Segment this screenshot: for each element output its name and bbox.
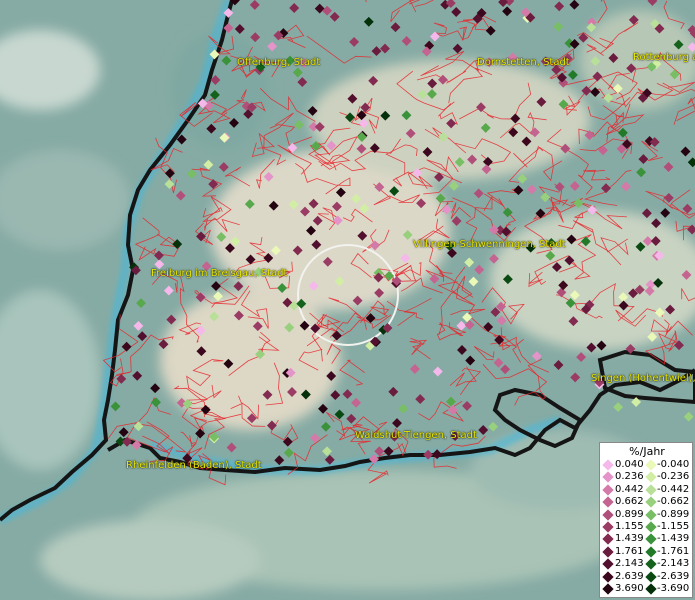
legend-swatch-positive <box>602 546 614 558</box>
legend-value-negative: -1.439 <box>657 533 690 545</box>
legend-swatch-negative <box>645 508 657 521</box>
legend-row: 1.155 -1.155 <box>602 521 692 533</box>
legend-row: 2.143 -2.143 <box>602 558 692 570</box>
legend-swatch-negative <box>645 533 657 546</box>
legend-value-negative: -1.761 <box>657 545 690 557</box>
legend-swatch-negative <box>645 570 657 583</box>
legend-swatch-negative <box>645 471 657 484</box>
city-label-dornstetten: Dornstetten, Stadt <box>477 57 570 68</box>
legend-value-positive: 1.439 <box>615 533 644 545</box>
legend-value-positive: 0.236 <box>615 471 644 483</box>
legend-swatch-positive <box>602 533 614 546</box>
legend-value-negative: -0.236 <box>657 471 690 483</box>
city-label-rottenburg: Rottenburg a <box>633 52 695 63</box>
legend-row: 1.439 -1.439 <box>602 533 692 546</box>
legend-swatch-positive <box>602 583 614 595</box>
legend-swatch-positive <box>602 558 614 570</box>
legend-swatch-negative <box>645 484 657 496</box>
city-label-villingen-schwenningen: Villingen-Schwenningen, Stadt <box>413 239 566 250</box>
legend-value-negative: -0.662 <box>657 496 690 508</box>
legend-value-negative: -2.639 <box>657 570 690 582</box>
legend-value-negative: -1.155 <box>657 521 690 532</box>
legend-row: 0.899 -0.899 <box>602 508 692 521</box>
legend-swatch-negative <box>645 496 657 508</box>
legend-value-negative: -0.899 <box>657 508 690 520</box>
legend-swatch-negative <box>645 558 657 570</box>
legend-value-positive: 0.899 <box>615 508 644 520</box>
legend-swatch-positive <box>602 471 614 484</box>
legend-value-negative: -0.442 <box>657 483 690 495</box>
legend: %/Jahr 0.040 -0.040 0.236 -0.236 0.442 -0.442… <box>599 442 693 598</box>
legend-row: 1.761 -1.761 <box>602 545 692 558</box>
legend-value-negative: -2.143 <box>657 558 690 570</box>
city-label-offenburg: Offenburg, Stadt <box>237 57 321 68</box>
city-label-singen: Singen (Hohentwiel), <box>591 373 695 384</box>
legend-swatch-positive <box>602 521 614 533</box>
legend-swatch-positive <box>602 484 614 496</box>
legend-row: 3.690 -3.690 <box>602 583 692 595</box>
legend-value-positive: 3.690 <box>615 583 644 594</box>
legend-title: %/Jahr <box>629 445 665 458</box>
legend-value-positive: 0.442 <box>615 483 644 495</box>
legend-swatch-positive <box>602 459 614 471</box>
legend-value-positive: 2.639 <box>615 570 644 582</box>
legend-swatch-positive <box>602 570 614 583</box>
map-canvas[interactable] <box>0 0 695 600</box>
legend-row: 0.442 -0.442 <box>602 483 692 496</box>
legend-swatch-negative <box>645 546 657 558</box>
legend-swatch-negative <box>645 583 657 595</box>
legend-value-positive: 1.761 <box>615 545 644 557</box>
city-label-freiburg: Freiburg im Breisgau, Stadt <box>151 268 288 279</box>
legend-value-positive: 0.662 <box>615 496 644 508</box>
legend-row: 2.639 -2.639 <box>602 570 692 583</box>
legend-row: 0.040 -0.040 <box>602 459 692 471</box>
legend-row: 0.236 -0.236 <box>602 471 692 484</box>
legend-swatch-negative <box>645 521 657 533</box>
legend-swatch-positive <box>602 508 614 521</box>
legend-swatch-positive <box>602 496 614 508</box>
legend-value-positive: 1.155 <box>615 521 644 532</box>
legend-row: 0.662 -0.662 <box>602 496 692 508</box>
city-label-waldshut-tiengen: Waldshut-Tiengen, Stadt <box>355 430 477 441</box>
legend-value-positive: 0.040 <box>615 459 644 470</box>
legend-value-negative: -3.690 <box>657 583 690 594</box>
legend-swatch-negative <box>645 459 657 471</box>
legend-value-negative: -0.040 <box>657 459 690 470</box>
city-label-rheinfelden: Rheinfelden (Baden), Stadt <box>126 460 262 471</box>
legend-value-positive: 2.143 <box>615 558 644 570</box>
